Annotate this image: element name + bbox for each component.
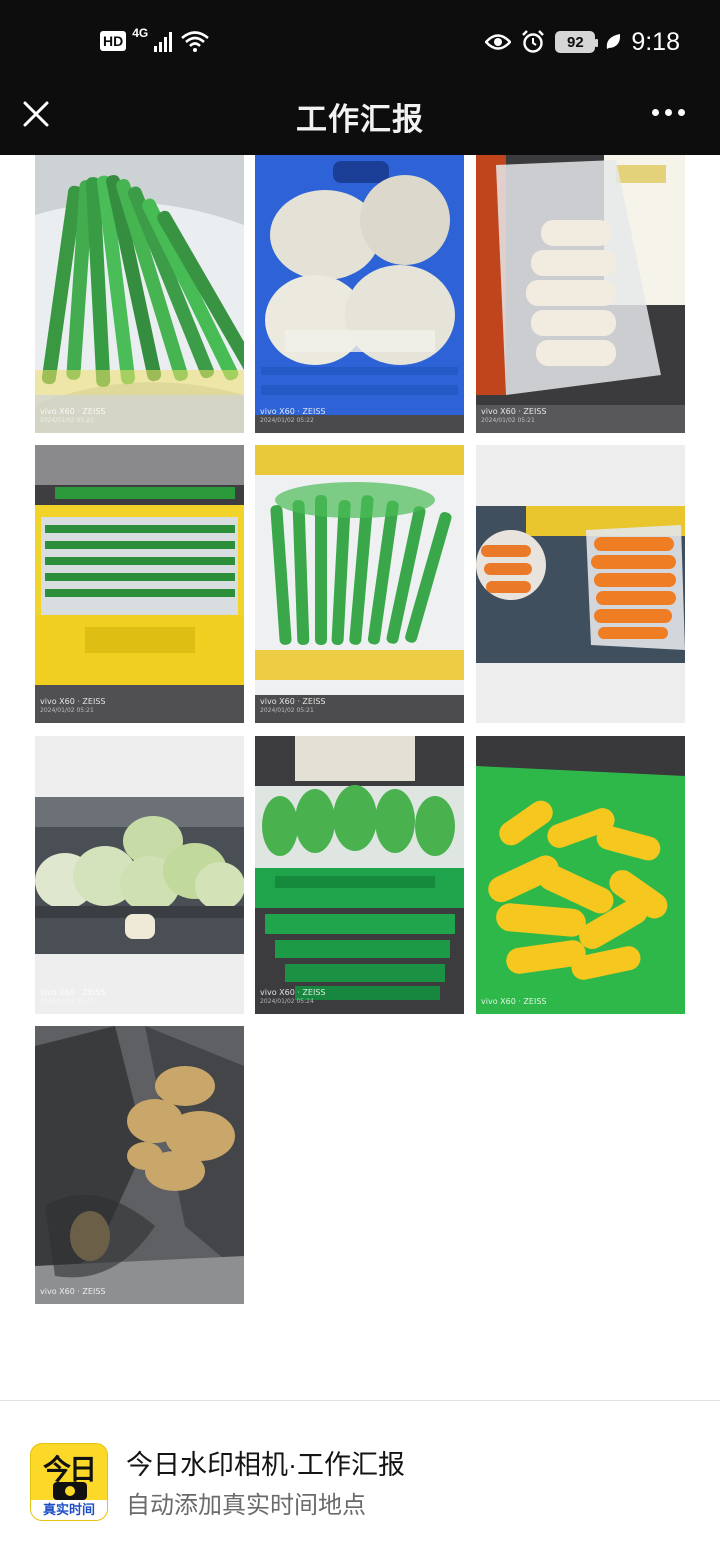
more-dot-icon [665,108,672,116]
photo-watermark: vivo X60 · ZEISS 2024/01/02 05:22 [40,407,106,424]
leaf-icon [607,34,621,49]
blue-crate-photo [255,155,464,433]
photo-thumbnail-blue-crate[interactable]: vivo X60 · ZEISS 2024/01/02 05:22 [255,155,464,433]
more-dot-icon [678,108,685,116]
clock: 9:18 [631,27,680,56]
photo-watermark: vivo X60 · ZEISS 2024/01/02 05:21 [260,697,326,714]
alarm-icon [522,30,545,53]
photo-thumbnail-scallions[interactable]: vivo X60 · ZEISS 2024/01/02 05:22 [35,155,244,433]
eye-icon [485,34,512,50]
photo-watermark: vivo X60 · ZEISS 2024/01/02 05:22 [260,407,326,424]
corn-photo [476,736,685,1014]
signal-icon [154,32,173,52]
more-dot-icon [652,108,659,116]
page-title: 工作汇报 [296,102,424,137]
photo-watermark: vivo X60 · ZEISS [481,997,547,1006]
ginger-photo [35,1026,244,1304]
app-logo-icon: 今日 真实时间 [30,1443,108,1521]
photo-thumbnail-yellow-crate[interactable]: vivo X60 · ZEISS 2024/01/02 05:21 [35,445,244,723]
photo-thumbnail-cabbage[interactable]: vivo X60 · ZEISS 2024/01/02 05:21 [35,736,244,1014]
app-name: 今日水印相机·工作汇报 [126,1450,405,1480]
radish-photo [476,155,685,433]
status-bar: HD 4G 92 9:18 [0,0,720,84]
navigation-bar: 工作汇报 [0,84,720,155]
photo-thumbnail-ginger[interactable]: vivo X60 · ZEISS [35,1026,244,1304]
photo-thumbnail-green-crates[interactable]: vivo X60 · ZEISS 2024/01/02 05:24 [255,736,464,1014]
photo-thumbnail-carrots[interactable] [476,445,685,723]
hd-badge: HD [100,31,127,51]
green-crates-photo [255,736,464,1014]
photo-thumbnail-corn[interactable]: vivo X60 · ZEISS [476,736,685,1014]
celery-photo [255,445,464,723]
yellow-crate-photo [35,445,244,723]
photo-thumbnail-radish[interactable]: vivo X60 · ZEISS 2024/01/02 05:21 [476,155,685,433]
carrots-photo [476,445,685,723]
app-subtitle: 自动添加真实时间地点 [126,1492,366,1519]
photo-watermark: vivo X60 · ZEISS 2024/01/02 05:21 [40,697,106,714]
scallions-photo [35,155,244,433]
app-promo-card[interactable]: 今日 真实时间 今日水印相机·工作汇报 自动添加真实时间地点 [0,1401,720,1560]
camera-icon [53,1482,87,1500]
photo-watermark: vivo X60 · ZEISS [40,1287,106,1296]
more-options-button[interactable] [652,102,688,122]
photo-thumbnail-celery[interactable]: vivo X60 · ZEISS 2024/01/02 05:21 [255,445,464,723]
photo-watermark: vivo X60 · ZEISS 2024/01/02 05:21 [481,407,547,424]
network-type: 4G [132,26,149,40]
status-left: HD 4G [100,26,210,56]
status-right: 92 9:18 [485,26,680,58]
cabbage-photo [35,736,244,1014]
photo-watermark: vivo X60 · ZEISS 2024/01/02 05:21 [40,988,106,1005]
wifi-icon [181,31,210,52]
photo-watermark: vivo X60 · ZEISS 2024/01/02 05:24 [260,988,326,1005]
battery-indicator: 92 [555,31,599,53]
